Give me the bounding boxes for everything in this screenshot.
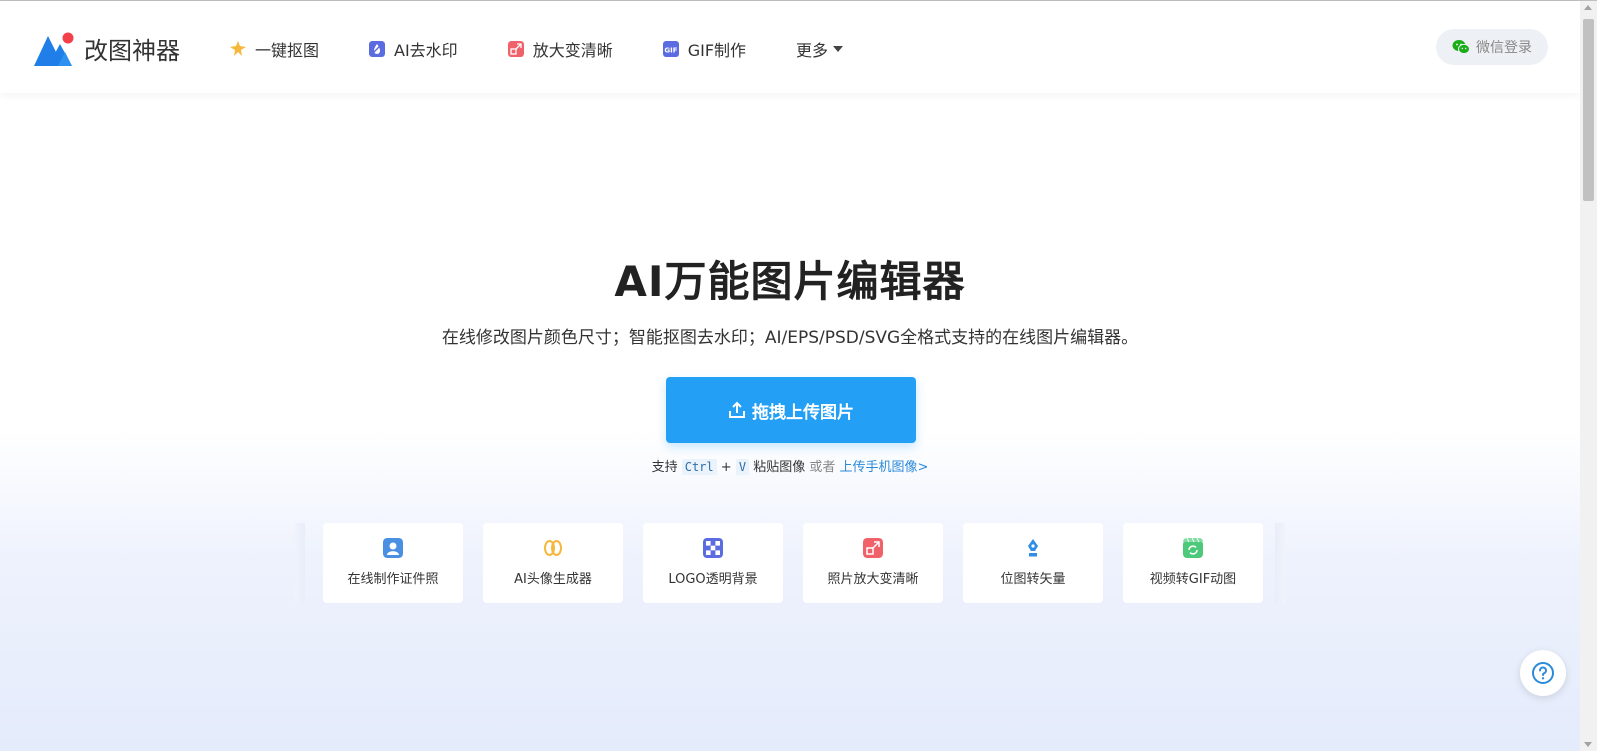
- nav-item-enlarge[interactable]: 放大变清晰: [507, 37, 613, 61]
- nav-item-more[interactable]: 更多: [796, 37, 844, 61]
- upload-image-button[interactable]: 拖拽上传图片: [666, 377, 916, 443]
- upload-icon: [729, 401, 745, 418]
- nav-label: GIF制作: [687, 41, 747, 60]
- nav-label: 更多: [796, 41, 829, 60]
- page-subtitle: 在线修改图片颜色尺寸；智能抠图去水印；AI/EPS/PSD/SVG全格式支持的在…: [441, 328, 1139, 348]
- nav-item-remove-watermark[interactable]: AI去水印: [369, 37, 458, 61]
- enlarge-icon: [507, 41, 524, 57]
- tool-label: LOGO透明背景: [668, 572, 758, 587]
- enlarge-icon: [863, 538, 883, 558]
- login-label: 微信登录: [1476, 40, 1532, 56]
- paste-suffix: 粘贴图像: [753, 460, 806, 475]
- tool-card-bitmap-to-vector[interactable]: 位图转矢量: [963, 523, 1103, 603]
- scroll-down-arrow-icon[interactable]: [1584, 742, 1592, 747]
- page-title: AI万能图片编辑器: [614, 257, 966, 306]
- nav-label: 放大变清晰: [532, 41, 613, 60]
- id-photo-icon: [383, 538, 403, 558]
- tool-label: 在线制作证件照: [347, 572, 439, 587]
- chevron-down-icon: [833, 46, 844, 52]
- key-ctrl: Ctrl: [681, 459, 717, 475]
- tool-label: 视频转GIF动图: [1149, 572, 1237, 587]
- tool-card-logo-transparent[interactable]: LOGO透明背景: [643, 523, 783, 603]
- tool-card-photo-enlarge[interactable]: 照片放大变清晰: [803, 523, 943, 603]
- avatar-generator-icon: [544, 540, 562, 556]
- help-icon: [1532, 662, 1554, 684]
- vector-pen-icon: [1028, 539, 1038, 557]
- wechat-login-button[interactable]: 微信登录: [1436, 29, 1548, 65]
- mobile-upload-link[interactable]: 上传手机图像>: [840, 460, 929, 475]
- tool-strip: 在线制作证件照 AI头像生成器 LOGO透明背景 照片放大变清晰 位图转矢量 视…: [295, 523, 1285, 603]
- tool-card-video-to-gif[interactable]: 视频转GIF动图: [1123, 523, 1263, 603]
- tool-label: 位图转矢量: [1000, 572, 1066, 587]
- upload-label: 拖拽上传图片: [752, 402, 854, 423]
- paste-hint: 支持 Ctrl + V 粘贴图像 或者 上传手机图像>: [0, 456, 1580, 475]
- nav-label: 一键抠图: [255, 41, 320, 60]
- or-text: 或者: [809, 460, 836, 475]
- paste-prefix: 支持: [651, 460, 678, 475]
- logo-mark-icon: [34, 32, 74, 66]
- wechat-icon: [1452, 40, 1470, 55]
- transparent-bg-icon: [703, 538, 723, 558]
- nav-item-gif[interactable]: GIF GIF制作: [662, 37, 747, 61]
- svg-text:GIF: GIF: [664, 47, 677, 55]
- scroll-up-arrow-icon[interactable]: [1584, 5, 1592, 10]
- magic-wand-icon: [230, 41, 246, 56]
- tool-label: 照片放大变清晰: [827, 572, 919, 587]
- key-plus: +: [720, 460, 732, 475]
- nav-label: AI去水印: [394, 41, 458, 60]
- strip-scroll-right[interactable]: [1275, 523, 1285, 603]
- tool-card-avatar-generator[interactable]: AI头像生成器: [483, 523, 623, 603]
- nav-item-cutout[interactable]: 一键抠图: [230, 37, 319, 61]
- tool-card-id-photo[interactable]: 在线制作证件照: [323, 523, 463, 603]
- help-button[interactable]: [1520, 650, 1566, 696]
- video-gif-icon: [1183, 538, 1203, 558]
- page-scrollbar[interactable]: [1580, 1, 1597, 751]
- brand-name: 改图神器: [84, 37, 180, 65]
- site-header: 改图神器 一键抠图 AI去水印 放大变清晰 GIF GIF制作 更多 微信登录: [0, 1, 1580, 93]
- key-v: V: [735, 459, 750, 475]
- main-nav: 一键抠图 AI去水印 放大变清晰 GIF GIF制作 更多: [230, 37, 844, 61]
- watermark-icon: [369, 41, 386, 57]
- scroll-thumb[interactable]: [1583, 19, 1594, 201]
- tool-label: AI头像生成器: [514, 572, 592, 587]
- gif-icon: GIF: [662, 41, 679, 57]
- brand-logo[interactable]: 改图神器: [34, 31, 180, 66]
- strip-scroll-left[interactable]: [295, 523, 305, 603]
